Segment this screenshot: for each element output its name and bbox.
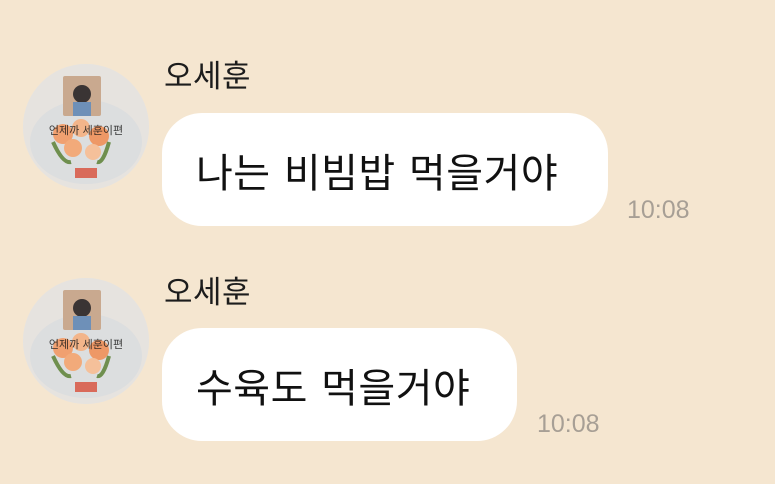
sender-name: 오세훈 xyxy=(164,275,252,311)
avatar[interactable]: 언제까 세훈이편 xyxy=(23,278,149,404)
chat-message: 언제까 세훈이편 오세훈 수육도 먹을거야 10:08 xyxy=(0,0,775,484)
message-bubble[interactable]: 수육도 먹을거야 xyxy=(162,328,517,441)
message-timestamp: 10:08 xyxy=(537,410,600,438)
svg-text:언제까 세훈이편: 언제까 세훈이편 xyxy=(49,338,123,351)
